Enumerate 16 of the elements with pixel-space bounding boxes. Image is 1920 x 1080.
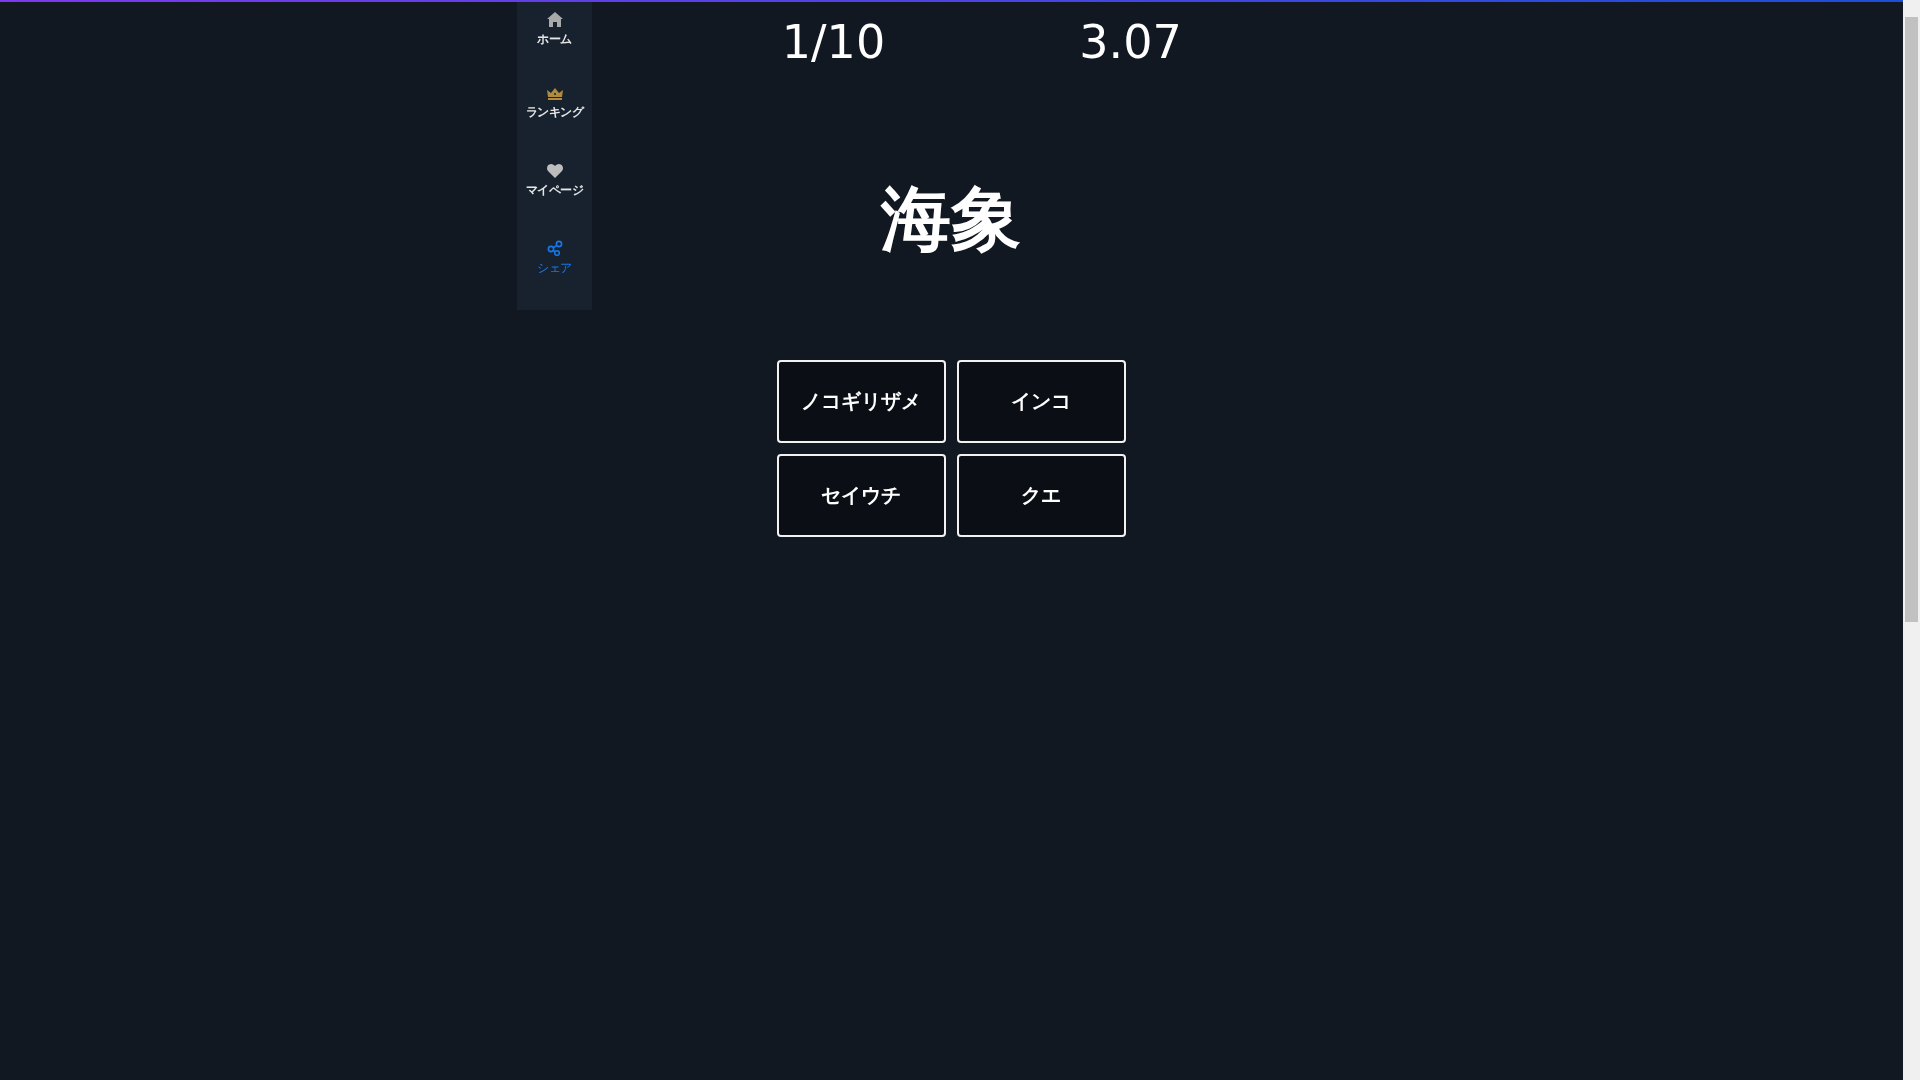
crown-icon bbox=[546, 88, 563, 100]
share-icon bbox=[546, 240, 563, 256]
scrollbar[interactable] bbox=[1903, 0, 1920, 1080]
nav-item[interactable]: マイページ bbox=[517, 160, 592, 218]
home-icon bbox=[546, 12, 563, 27]
nav-item[interactable]: ホーム bbox=[517, 8, 592, 66]
question-word: 海象 bbox=[881, 177, 1021, 262]
answer-button[interactable]: セイウチ bbox=[776, 454, 946, 537]
heart-icon bbox=[546, 164, 563, 178]
answer-button[interactable]: クエ bbox=[956, 454, 1126, 537]
nav-item[interactable]: ランキング bbox=[517, 84, 592, 142]
nav-item[interactable]: シェア bbox=[517, 236, 592, 294]
question-counter: 1/10 bbox=[780, 14, 887, 71]
timer-text: 3.07 bbox=[1078, 14, 1183, 71]
answer-button[interactable]: インコ bbox=[956, 360, 1126, 443]
answer-button[interactable]: ノコギリザメ bbox=[776, 360, 946, 443]
